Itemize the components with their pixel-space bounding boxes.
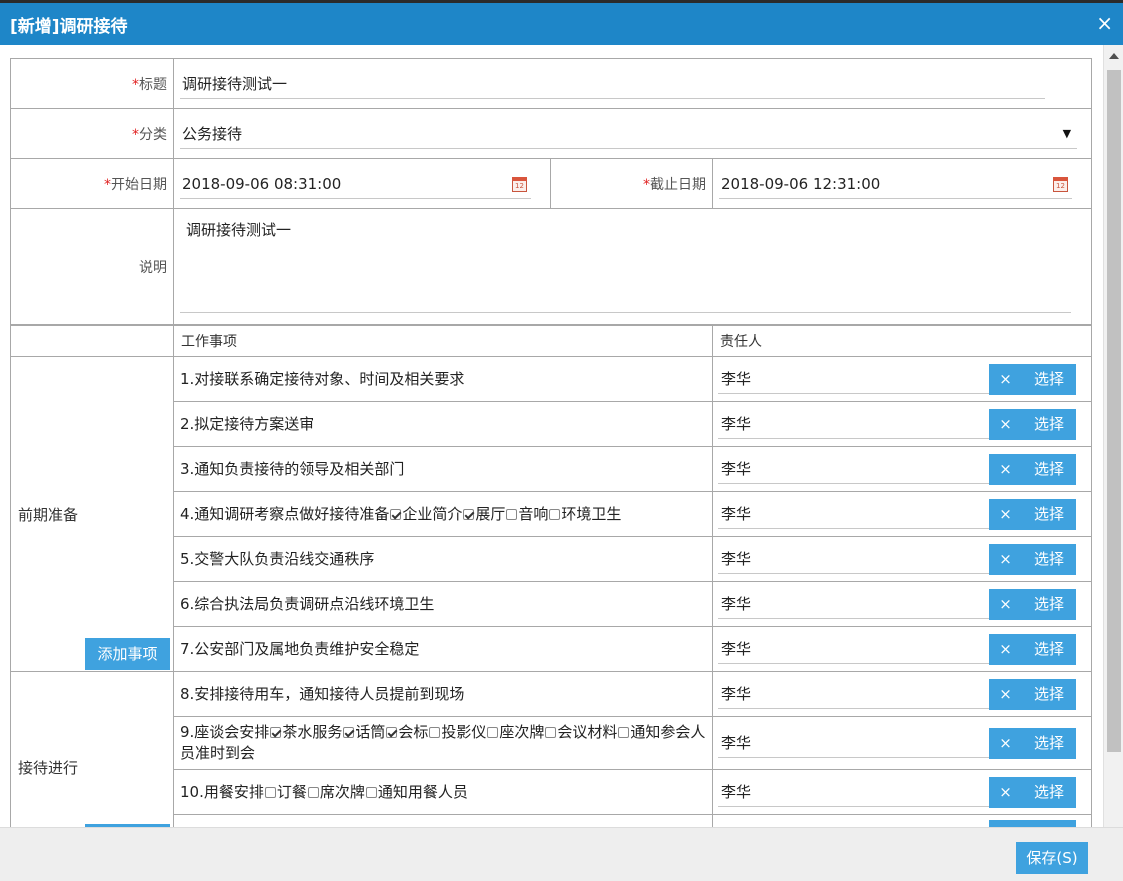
clear-button[interactable]: ×: [989, 678, 1022, 710]
checkbox[interactable]: [545, 727, 557, 738]
responsible-field[interactable]: 李华: [718, 777, 989, 807]
scroll-up-icon[interactable]: [1109, 53, 1119, 59]
end-date-label: *截止日期: [550, 158, 713, 209]
responsible-field[interactable]: 李华: [718, 679, 989, 709]
start-date-value: 2018-09-06 08:31:00: [182, 174, 342, 193]
calendar-icon[interactable]: [512, 176, 527, 192]
chevron-down-icon: ▼: [1062, 126, 1072, 140]
select-button[interactable]: 选择: [1022, 588, 1076, 620]
group-label: 接待进行: [18, 759, 79, 777]
end-date-input[interactable]: 2018-09-06 12:31:00: [719, 169, 1073, 199]
clear-button[interactable]: ×: [989, 498, 1022, 530]
select-button[interactable]: 选择: [1022, 543, 1076, 575]
start-date-label: *开始日期: [10, 158, 174, 209]
dialog-content: *标题 调研接待测试一 *分类 公务接待 ▼ *开始日期 2018-09-06 …: [0, 45, 1123, 827]
responsible-field[interactable]: 李华: [718, 409, 989, 439]
close-icon[interactable]: ×: [1096, 12, 1113, 34]
task-item: 7.公安部门及属地负责维护安全稳定: [173, 626, 713, 672]
responsible-field[interactable]: 李华: [718, 634, 989, 664]
task-item: 4.通知调研考察点做好接待准备 企业简介 展厅 音响 环境卫生: [173, 491, 713, 537]
calendar-icon[interactable]: [1053, 176, 1069, 192]
task-item: 3.通知负责接待的领导及相关部门: [173, 446, 713, 492]
task-item: 1.对接联系确定接待对象、时间及相关要求: [173, 356, 713, 402]
save-button[interactable]: 保存(S): [1016, 842, 1088, 874]
select-button[interactable]: 选择: [1022, 776, 1076, 808]
vertical-scrollbar[interactable]: [1103, 45, 1123, 827]
checkbox[interactable]: [270, 727, 282, 738]
checkbox[interactable]: [390, 508, 402, 520]
responsible-header: 责任人: [712, 324, 1092, 357]
checkbox[interactable]: [365, 786, 377, 798]
clear-button[interactable]: ×: [989, 408, 1022, 440]
title-input[interactable]: 调研接待测试一: [180, 69, 1046, 99]
select-button[interactable]: 选择: [1022, 498, 1076, 530]
clear-button[interactable]: ×: [989, 588, 1022, 620]
group-reception: 接待进行 添加事项: [10, 671, 174, 827]
clear-button[interactable]: ×: [989, 363, 1022, 395]
select-button[interactable]: [1022, 820, 1076, 827]
responsible-field[interactable]: 李华: [718, 589, 989, 619]
clear-button[interactable]: ×: [989, 776, 1022, 808]
group-label: 前期准备: [18, 506, 79, 524]
task-item: 8.安排接待用车，通知接待人员提前到现场: [173, 671, 713, 717]
checkbox[interactable]: [618, 727, 630, 738]
checkbox[interactable]: [264, 786, 276, 798]
checkbox[interactable]: [343, 727, 355, 738]
tasks-table: 工作事项 责任人 前期准备 添加事项 1.对接联系确定接待对象、时间及相关要求 …: [10, 324, 1092, 827]
clear-button[interactable]: ×: [989, 453, 1022, 485]
checkbox[interactable]: [487, 727, 499, 738]
add-item-button[interactable]: 添加事项: [85, 638, 170, 670]
clear-button[interactable]: [989, 820, 1022, 827]
tasks-header-blank: [10, 324, 174, 357]
clear-button[interactable]: ×: [989, 633, 1022, 665]
dialog-title: [新增]调研接待: [10, 16, 128, 37]
task-item: 6.综合执法局负责调研点沿线环境卫生: [173, 581, 713, 627]
select-button[interactable]: 选择: [1022, 408, 1076, 440]
task-item: 2.拟定接待方案送审: [173, 401, 713, 447]
group-prep: 前期准备 添加事项: [10, 356, 174, 672]
description-label: 说明: [10, 208, 174, 326]
form-table: *标题 调研接待测试一 *分类 公务接待 ▼ *开始日期 2018-09-06 …: [10, 58, 1093, 326]
clear-button[interactable]: ×: [989, 543, 1022, 575]
category-value: 公务接待: [182, 124, 243, 143]
responsible-field[interactable]: 李华: [718, 454, 989, 484]
checkbox[interactable]: [463, 508, 475, 520]
select-button[interactable]: 选择: [1022, 727, 1076, 759]
description-textarea[interactable]: 调研接待测试一: [180, 213, 1072, 313]
checkbox[interactable]: [506, 508, 518, 520]
title-label: *标题: [10, 58, 174, 109]
checkbox[interactable]: [386, 727, 398, 738]
checkbox[interactable]: [307, 786, 319, 798]
task-item: 9.座谈会安排 茶水服务 话筒 会标 投影仪 座次牌 会议材料 通知参会人员准时到会: [173, 716, 713, 770]
responsible-field[interactable]: 李华: [718, 728, 989, 758]
select-button[interactable]: 选择: [1022, 678, 1076, 710]
select-button[interactable]: 选择: [1022, 453, 1076, 485]
dialog-titlebar: [新增]调研接待 ×: [0, 3, 1123, 45]
task-item-partial: [173, 814, 713, 827]
start-date-input[interactable]: 2018-09-06 08:31:00: [180, 169, 531, 199]
category-select[interactable]: 公务接待 ▼: [180, 119, 1078, 149]
dialog-footer: 保存(S): [0, 827, 1123, 881]
checkbox[interactable]: [429, 727, 441, 738]
work-items-header: 工作事项: [173, 324, 713, 357]
responsible-field[interactable]: 李华: [718, 499, 989, 529]
end-date-value: 2018-09-06 12:31:00: [721, 174, 881, 193]
responsible-field[interactable]: 李华: [718, 364, 989, 394]
responsible-field[interactable]: 李华: [718, 544, 989, 574]
scroll-thumb[interactable]: [1107, 70, 1121, 752]
category-label: *分类: [10, 108, 174, 159]
checkbox[interactable]: [549, 508, 561, 520]
task-item: 5.交警大队负责沿线交通秩序: [173, 536, 713, 582]
select-button[interactable]: 选择: [1022, 633, 1076, 665]
clear-button[interactable]: ×: [989, 727, 1022, 759]
task-item: 10.用餐安排 订餐 席次牌 通知用餐人员: [173, 769, 713, 815]
select-button[interactable]: 选择: [1022, 363, 1076, 395]
